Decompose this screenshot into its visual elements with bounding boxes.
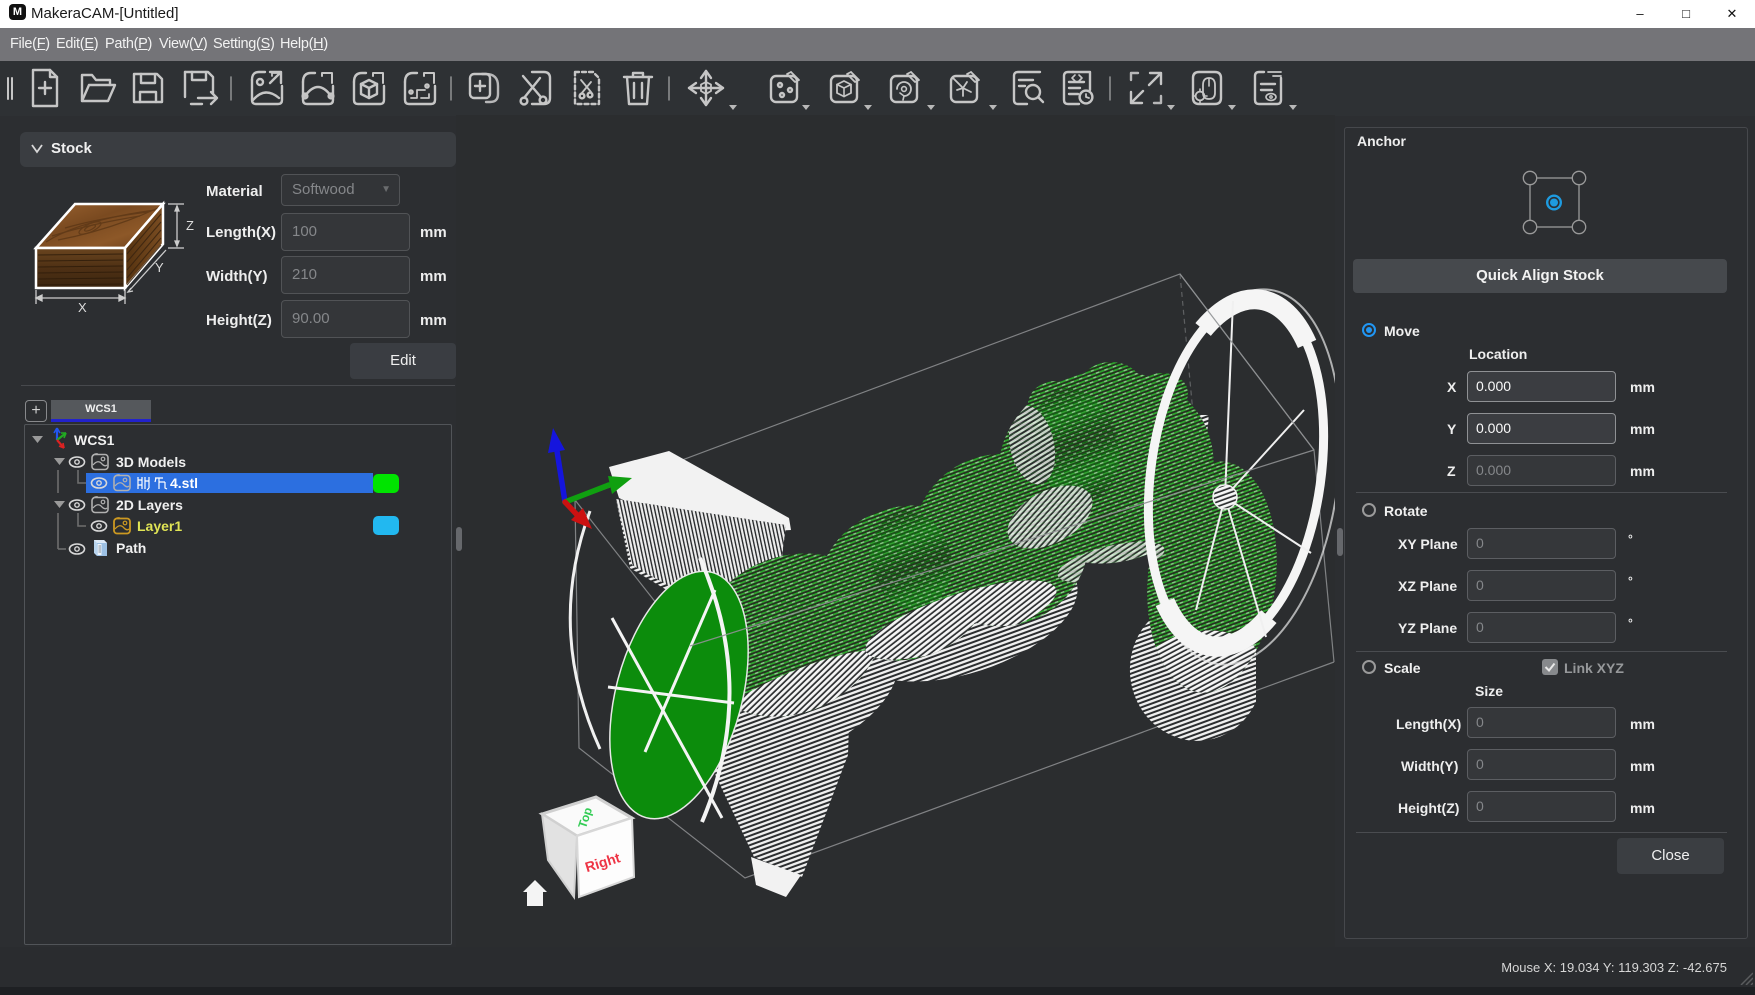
svg-text:X: X [78, 300, 87, 315]
svg-text:Y: Y [155, 260, 164, 275]
svg-text:Path: Path [116, 540, 146, 556]
svg-text:2D Layers: 2D Layers [116, 497, 183, 513]
svg-text:4.stl: 4.stl [170, 475, 198, 491]
svg-text:WCS1: WCS1 [74, 432, 115, 448]
svg-text:Z: Z [186, 218, 194, 233]
svg-text:Layer1: Layer1 [137, 518, 182, 534]
svg-text:3D Models: 3D Models [116, 454, 186, 470]
